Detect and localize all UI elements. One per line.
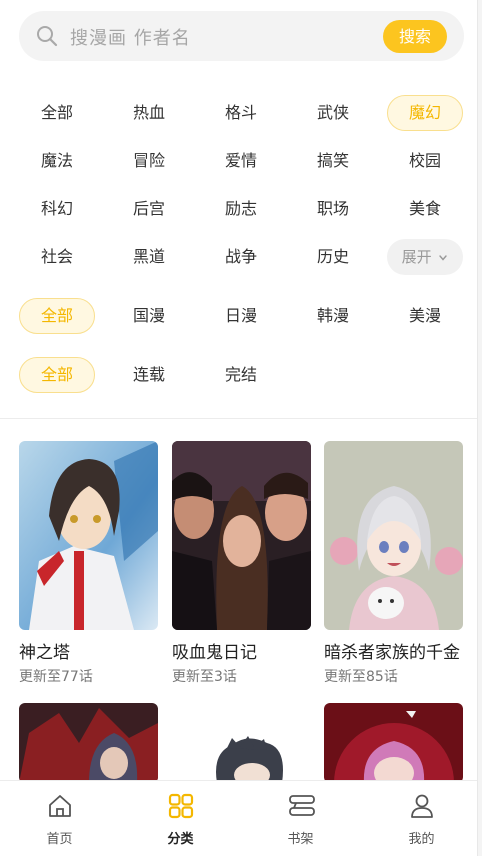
- search-input[interactable]: 搜漫画 作者名: [70, 24, 191, 50]
- genre-chip[interactable]: 战争: [203, 239, 279, 275]
- status-chip[interactable]: 连载: [111, 357, 187, 393]
- genre-chip[interactable]: 励志: [203, 191, 279, 227]
- comic-cover[interactable]: [172, 703, 311, 783]
- comic-cover[interactable]: [19, 441, 158, 630]
- tab-home[interactable]: 首页: [0, 781, 119, 856]
- comic-card[interactable]: [324, 703, 463, 783]
- genre-row-3: 科幻 后宫 励志 职场 美食: [0, 191, 482, 227]
- divider: [0, 418, 477, 419]
- genre-chip[interactable]: 社会: [19, 239, 95, 275]
- comic-card[interactable]: 暗杀者家族的千金 更新至85话: [324, 441, 463, 686]
- expand-label: 展开: [401, 248, 432, 266]
- comic-update: 更新至3话: [172, 669, 237, 685]
- genre-chip[interactable]: 热血: [111, 95, 187, 131]
- bottom-tab-bar: 首页 分类 书架 我的: [0, 780, 477, 856]
- home-icon: [49, 795, 71, 817]
- genre-chip[interactable]: 后宫: [111, 191, 187, 227]
- comic-card[interactable]: [19, 703, 158, 783]
- genre-row-1: 全部 热血 格斗 武侠 魔幻: [0, 95, 482, 131]
- tab-profile[interactable]: 我的: [362, 781, 481, 856]
- search-button[interactable]: 搜索: [383, 20, 447, 53]
- tab-category-label: 分类: [167, 832, 194, 847]
- genre-chip[interactable]: 职场: [295, 191, 371, 227]
- comic-update: 更新至85话: [324, 669, 398, 685]
- genre-chip[interactable]: 校园: [387, 143, 463, 179]
- genre-chip[interactable]: 爱情: [203, 143, 279, 179]
- category-icon: [168, 793, 194, 819]
- genre-chip[interactable]: 历史: [295, 239, 371, 275]
- region-chip[interactable]: 国漫: [111, 298, 187, 334]
- comic-title[interactable]: 吸血鬼日记: [172, 638, 311, 663]
- status-chip[interactable]: 完结: [203, 357, 279, 393]
- status-chip-active[interactable]: 全部: [19, 357, 95, 393]
- tab-bookshelf-label: 书架: [287, 832, 314, 847]
- genre-chip[interactable]: 美食: [387, 191, 463, 227]
- tab-category[interactable]: 分类: [121, 781, 240, 856]
- search-bar[interactable]: 搜漫画 作者名 搜索: [19, 11, 464, 61]
- genre-chip[interactable]: 科幻: [19, 191, 95, 227]
- comic-cover[interactable]: [324, 441, 463, 630]
- region-chip[interactable]: 美漫: [387, 298, 463, 334]
- genre-chip[interactable]: 魔法: [19, 143, 95, 179]
- comic-update: 更新至77话: [19, 669, 93, 685]
- expand-button[interactable]: 展开: [387, 239, 463, 275]
- comic-title[interactable]: 暗杀者家族的千金: [324, 638, 463, 663]
- genre-chip-active[interactable]: 魔幻: [387, 95, 463, 131]
- comic-cover[interactable]: [324, 703, 463, 783]
- tab-home-label: 首页: [46, 832, 73, 847]
- comic-card[interactable]: [172, 703, 311, 783]
- status-row: 全部 连载 完结: [0, 357, 482, 393]
- comic-title[interactable]: 神之塔: [19, 638, 158, 663]
- tab-profile-label: 我的: [408, 832, 435, 847]
- genre-row-4: 社会 黑道 战争 历史 展开: [0, 239, 482, 275]
- chevron-down-icon: [439, 254, 448, 261]
- comic-card[interactable]: 吸血鬼日记 更新至3话: [172, 441, 311, 686]
- search-icon: [37, 26, 58, 47]
- region-chip-active[interactable]: 全部: [19, 298, 95, 334]
- comic-cover[interactable]: [19, 703, 158, 783]
- region-row: 全部 国漫 日漫 韩漫 美漫: [0, 298, 482, 334]
- user-icon: [411, 794, 433, 818]
- genre-chip[interactable]: 冒险: [111, 143, 187, 179]
- region-chip[interactable]: 日漫: [203, 298, 279, 334]
- comic-cover[interactable]: [172, 441, 311, 630]
- bookshelf-icon: [289, 795, 315, 816]
- genre-chip-all[interactable]: 全部: [19, 95, 95, 131]
- comic-card[interactable]: 神之塔 更新至77话: [19, 441, 158, 686]
- region-chip[interactable]: 韩漫: [295, 298, 371, 334]
- genre-chip[interactable]: 武侠: [295, 95, 371, 131]
- genre-row-2: 魔法 冒险 爱情 搞笑 校园: [0, 143, 482, 179]
- tab-bookshelf[interactable]: 书架: [241, 781, 360, 856]
- genre-chip[interactable]: 搞笑: [295, 143, 371, 179]
- genre-chip[interactable]: 黑道: [111, 239, 187, 275]
- genre-chip[interactable]: 格斗: [203, 95, 279, 131]
